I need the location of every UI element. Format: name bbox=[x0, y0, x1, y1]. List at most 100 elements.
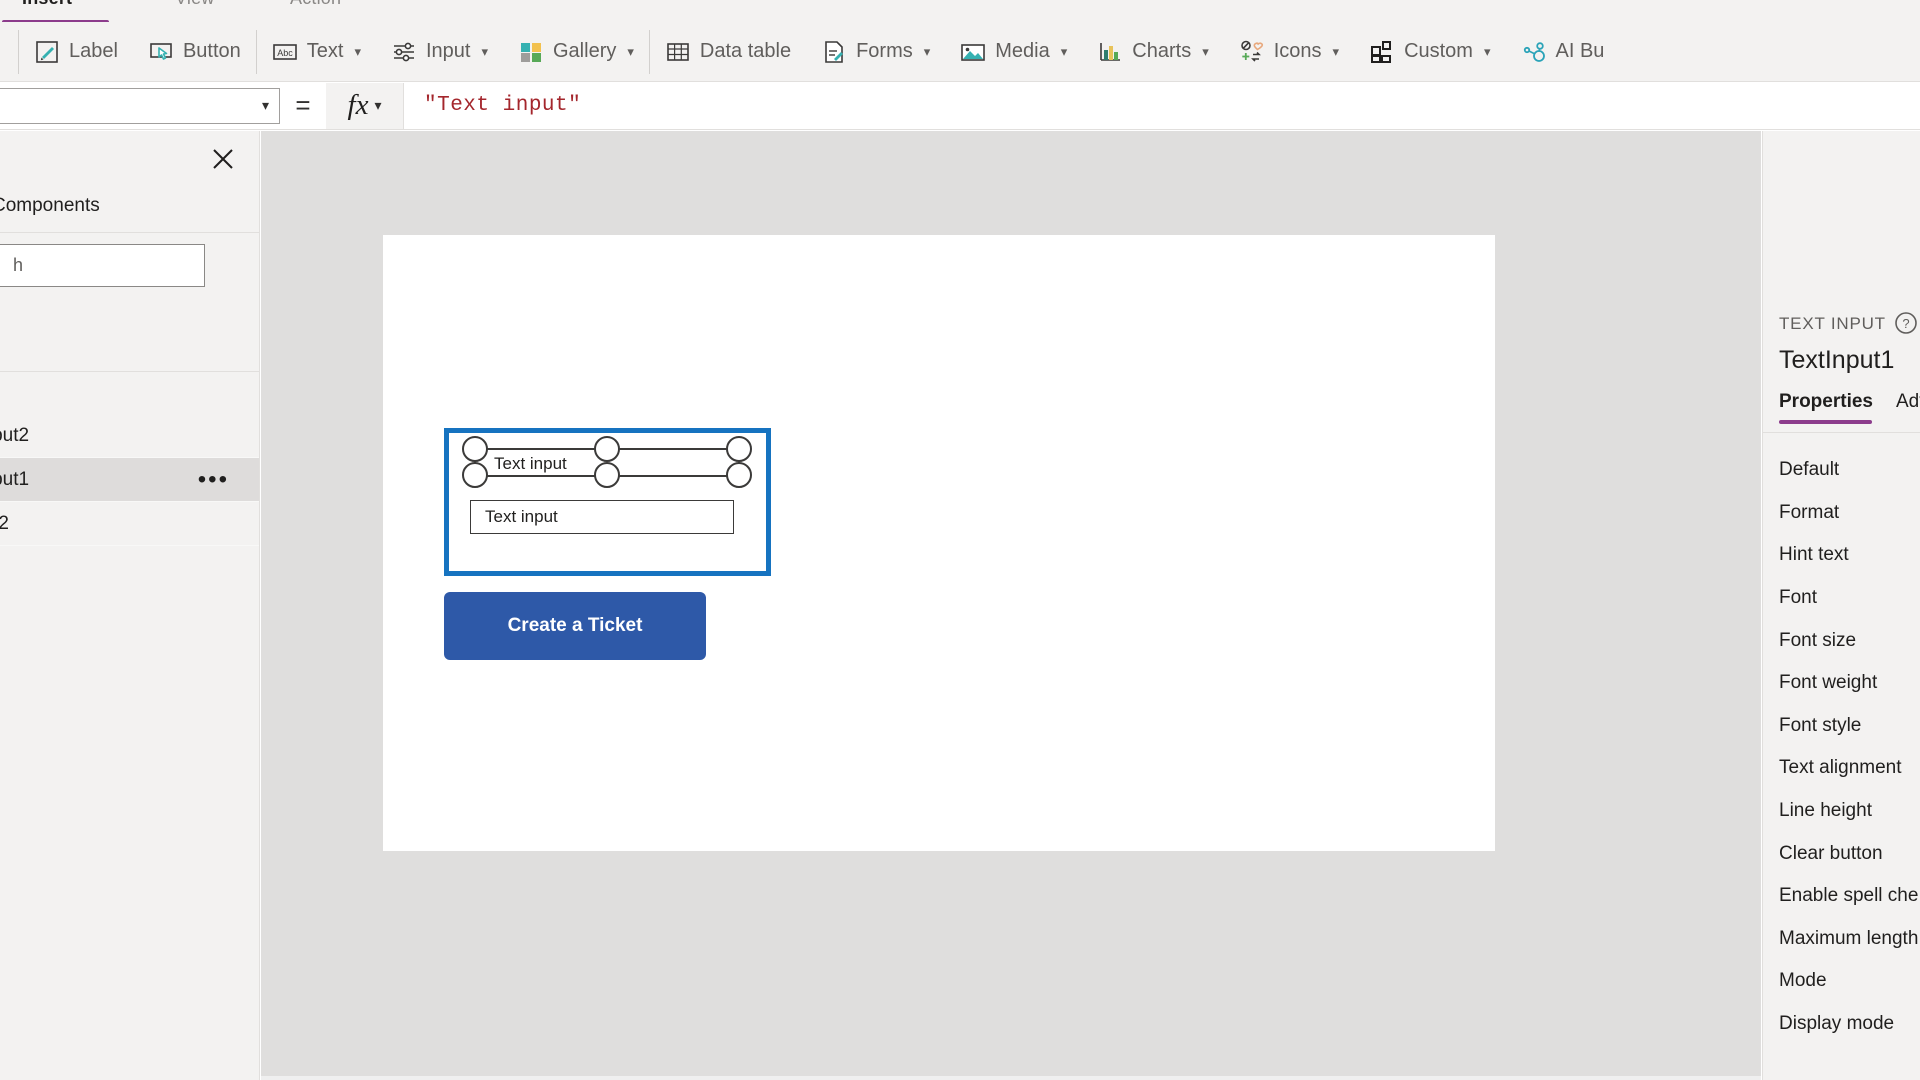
property-row-default[interactable]: Default bbox=[1763, 449, 1920, 492]
tab-properties[interactable]: Properties bbox=[1779, 391, 1873, 413]
property-row-display-mode[interactable]: Display mode bbox=[1763, 1003, 1920, 1046]
property-row-maximum-length[interactable]: Maximum length bbox=[1763, 918, 1920, 961]
tree-tab-components[interactable]: Components bbox=[0, 195, 100, 217]
power-apps-studio: Insert View Action Label bbox=[0, 0, 1920, 1080]
ribbon-item-text[interactable]: Abc Text ▾ bbox=[257, 29, 376, 75]
tree-item-label: lInput1 bbox=[0, 468, 30, 490]
media-image-icon bbox=[960, 39, 986, 65]
text-input-control[interactable]: Text input bbox=[470, 500, 734, 534]
property-row-font-style[interactable]: Font style bbox=[1763, 705, 1920, 748]
ribbon-item-custom[interactable]: Custom ▾ bbox=[1354, 29, 1505, 75]
tree-item-more-icon[interactable]: ••• bbox=[198, 467, 229, 491]
tree-item-button2[interactable]: ton2 bbox=[0, 502, 259, 546]
resize-handle-top-right[interactable] bbox=[726, 436, 752, 462]
tree-item-label: lInput2 bbox=[0, 424, 30, 446]
create-ticket-button[interactable]: Create a Ticket bbox=[444, 592, 706, 660]
ribbon-item-icons[interactable]: Icons ▾ bbox=[1224, 29, 1354, 75]
canvas-horizontal-scrollbar[interactable] bbox=[261, 1076, 1761, 1080]
ribbon-tab-view[interactable]: View bbox=[175, 0, 215, 9]
ribbon-item-data-table[interactable]: Data table bbox=[650, 29, 806, 75]
svg-text:Abc: Abc bbox=[277, 48, 293, 58]
ribbon-item-gallery[interactable]: Gallery ▾ bbox=[503, 29, 649, 75]
formula-bar: ▾ = fx ▾ "Text input" bbox=[0, 82, 1920, 130]
tree-view-tabs: Screens Components bbox=[0, 187, 259, 233]
property-row-hint-text[interactable]: Hint text bbox=[1763, 534, 1920, 577]
resize-handle-bottom-center[interactable] bbox=[594, 462, 620, 488]
selected-control-textinput1[interactable]: Text input Text input bbox=[444, 428, 771, 576]
search-input-value: h bbox=[13, 254, 24, 275]
canvas-area[interactable]: Text input Text input Create a Ticket bbox=[261, 131, 1761, 1080]
ribbon-tab-insert[interactable]: Insert bbox=[22, 0, 72, 9]
ribbon-command-bar: Label Button Abc Text ▾ Input ▾ Gallery … bbox=[0, 22, 1920, 82]
chevron-down-icon: ▾ bbox=[627, 43, 634, 59]
ribbon-item-charts[interactable]: Charts ▾ bbox=[1082, 29, 1223, 75]
tree-view-panel: w Screens Components h lInput2 lInput1 bbox=[0, 131, 260, 1080]
ribbon-item-custom-text: Custom bbox=[1404, 40, 1473, 62]
property-row-line-height[interactable]: Line height bbox=[1763, 790, 1920, 833]
ribbon-item-input[interactable]: Input ▾ bbox=[376, 29, 503, 75]
tab-advanced[interactable]: Advanced bbox=[1896, 391, 1920, 413]
help-icon[interactable]: ? bbox=[1893, 310, 1919, 336]
create-ticket-button-label: Create a Ticket bbox=[507, 615, 643, 636]
property-row-clear-button[interactable]: Clear button bbox=[1763, 832, 1920, 875]
close-icon[interactable] bbox=[209, 145, 237, 173]
drag-preview-label: Text input bbox=[494, 454, 567, 473]
custom-blocks-icon bbox=[1369, 39, 1395, 65]
sliders-input-icon bbox=[391, 39, 417, 65]
tree-search-wrapper: h bbox=[0, 233, 259, 297]
ribbon-item-ai-builder[interactable]: AI Bu bbox=[1506, 29, 1620, 75]
resize-handle-bottom-left[interactable] bbox=[462, 462, 488, 488]
tab-properties-underline bbox=[1779, 420, 1872, 424]
svg-text:?: ? bbox=[1902, 316, 1909, 331]
resize-handle-top-left[interactable] bbox=[462, 436, 488, 462]
chevron-down-icon: ▾ bbox=[1060, 43, 1068, 59]
ribbon-item-button[interactable]: Button bbox=[133, 29, 256, 75]
property-row-enable-spell-check[interactable]: Enable spell che bbox=[1763, 875, 1920, 918]
property-row-mode[interactable]: Mode bbox=[1763, 960, 1920, 1003]
properties-panel-tabs: Properties Advanced bbox=[1763, 389, 1920, 433]
chevron-down-icon: ▾ bbox=[261, 97, 269, 113]
tree-item-textinput1[interactable]: lInput1 ••• bbox=[0, 458, 259, 502]
property-row-text-alignment[interactable]: Text alignment bbox=[1763, 747, 1920, 790]
ribbon-item-media-text: Media bbox=[995, 40, 1050, 62]
forms-icon bbox=[821, 39, 847, 65]
tree-item-textinput2[interactable]: lInput2 bbox=[0, 414, 259, 458]
fx-icon: fx bbox=[347, 89, 369, 121]
chevron-down-icon: ▾ bbox=[481, 43, 488, 59]
text-input-value: Text input bbox=[485, 507, 558, 526]
chevron-down-icon: ▾ bbox=[1332, 43, 1340, 59]
charts-bar-icon bbox=[1097, 39, 1123, 65]
property-select-dropdown[interactable]: ▾ bbox=[0, 87, 280, 124]
resize-handle-bottom-right[interactable] bbox=[726, 462, 752, 488]
search-input[interactable]: h bbox=[0, 243, 205, 287]
tree-item-spacer bbox=[0, 372, 259, 414]
ai-builder-icon bbox=[1521, 39, 1547, 65]
data-table-icon bbox=[665, 39, 691, 65]
app-screen[interactable]: Text input Text input Create a Ticket bbox=[383, 235, 1495, 851]
formula-equals-sign: = bbox=[295, 90, 311, 120]
ribbon-item-media[interactable]: Media ▾ bbox=[945, 29, 1082, 75]
property-row-format[interactable]: Format bbox=[1763, 492, 1920, 535]
fx-button[interactable]: fx ▾ bbox=[326, 82, 404, 129]
ribbon-item-forms[interactable]: Forms ▾ bbox=[806, 29, 945, 75]
ribbon-item-text-text: Text bbox=[306, 40, 344, 62]
ribbon-item-button-text: Button bbox=[182, 40, 241, 62]
property-row-font[interactable]: Font bbox=[1763, 577, 1920, 620]
drag-preview-textinput[interactable]: Text input bbox=[462, 436, 752, 488]
chevron-down-icon: ▾ bbox=[374, 97, 382, 113]
properties-list: Default Format Hint text Font Font size … bbox=[1763, 449, 1920, 1045]
property-row-font-size[interactable]: Font size bbox=[1763, 619, 1920, 662]
tree-view-header: w bbox=[0, 131, 259, 187]
properties-panel-kicker: TEXT INPUT bbox=[1779, 314, 1886, 333]
icons-shapes-icon bbox=[1239, 39, 1265, 65]
abc-text-icon: Abc bbox=[272, 39, 298, 65]
formula-input[interactable]: "Text input" bbox=[404, 83, 1920, 129]
ribbon-item-label[interactable]: Label bbox=[19, 29, 133, 75]
resize-handle-top-center[interactable] bbox=[594, 436, 620, 462]
ribbon-item-input-text: Input bbox=[425, 40, 471, 62]
label-pencil-icon bbox=[34, 39, 60, 65]
ribbon-item-icons-text: Icons bbox=[1273, 40, 1322, 62]
property-row-font-weight[interactable]: Font weight bbox=[1763, 662, 1920, 705]
ribbon-tab-action[interactable]: Action bbox=[290, 0, 341, 9]
gallery-grid-icon bbox=[518, 39, 544, 65]
